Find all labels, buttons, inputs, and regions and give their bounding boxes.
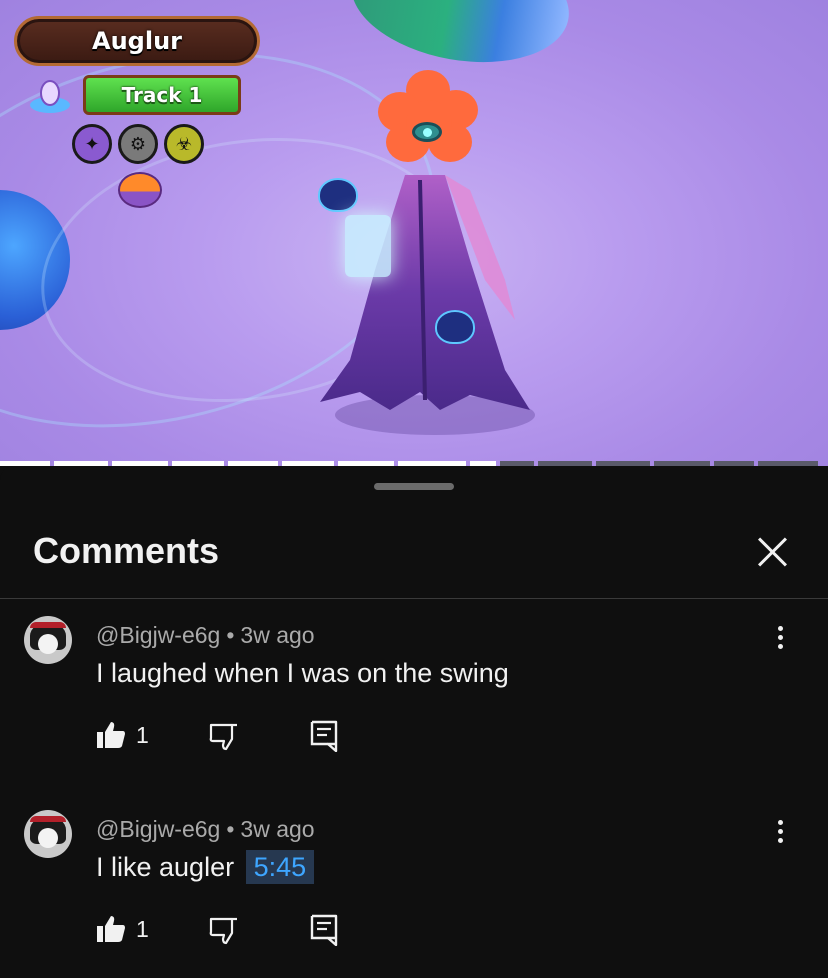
avatar[interactable] — [24, 616, 72, 664]
thumb-down-icon[interactable] — [208, 722, 238, 752]
comment-time: 3w ago — [240, 622, 315, 648]
more-vert-icon[interactable] — [768, 820, 792, 848]
close-icon[interactable] — [752, 531, 792, 571]
comment-body: I like augler — [96, 852, 235, 882]
comments-sheet: Comments @Bigjw-e6g • 3w ago I laughed whe… — [0, 466, 828, 978]
egg-nest-icon — [30, 80, 70, 113]
island-decoration — [341, 0, 579, 79]
monster-eye — [412, 122, 442, 142]
element-icon-light — [118, 172, 162, 208]
thumb-down-icon[interactable] — [208, 916, 238, 946]
avatar[interactable] — [24, 810, 72, 858]
track-label: Track 1 — [121, 83, 203, 107]
comment-meta: @Bigjw-e6g • 3w ago — [96, 816, 315, 843]
divider — [0, 598, 828, 599]
drag-handle[interactable] — [374, 483, 454, 490]
comment-text: I like augler 5:45 — [96, 850, 315, 884]
timestamp-link[interactable]: 5:45 — [245, 850, 315, 884]
comment-item: @Bigjw-e6g • 3w ago I like augler 5:45 1 — [0, 810, 828, 978]
thumb-up-icon[interactable] — [96, 914, 126, 944]
monster-head — [378, 70, 478, 166]
video-player[interactable]: Auglur Track 1 ✦ ⚙ ☣ — [0, 0, 828, 466]
like-count: 1 — [136, 722, 149, 748]
comment-meta: @Bigjw-e6g • 3w ago — [96, 622, 315, 649]
element-icon-psychic: ✦ — [72, 124, 112, 164]
element-icon-poison: ☣ — [164, 124, 204, 164]
comment-actions: 1 — [96, 914, 356, 946]
meta-separator: • — [226, 816, 235, 842]
monster-name: Auglur — [92, 27, 182, 55]
floating-paw — [435, 310, 475, 344]
comment-actions: 1 — [96, 720, 356, 752]
comment-item: @Bigjw-e6g • 3w ago I laughed when I was o… — [0, 616, 828, 796]
monster-auglur — [300, 70, 550, 430]
track-button[interactable]: Track 1 — [83, 75, 241, 115]
comment-time: 3w ago — [240, 816, 315, 842]
comment-author[interactable]: @Bigjw-e6g — [96, 622, 220, 648]
glowing-card — [345, 215, 391, 277]
meta-separator: • — [226, 622, 235, 648]
like-count: 1 — [136, 916, 149, 942]
comment-text: I laughed when I was on the swing — [96, 658, 509, 689]
reply-icon[interactable] — [310, 720, 338, 752]
comments-title: Comments — [33, 530, 220, 571]
comment-body: I laughed when I was on the swing — [96, 658, 509, 688]
monster-name-plate: Auglur — [14, 16, 260, 66]
element-icon-mech: ⚙ — [118, 124, 158, 164]
comment-author[interactable]: @Bigjw-e6g — [96, 816, 220, 842]
thumb-up-icon[interactable] — [96, 720, 126, 750]
reply-icon[interactable] — [310, 914, 338, 946]
floating-paw — [318, 178, 358, 212]
more-vert-icon[interactable] — [768, 626, 792, 654]
